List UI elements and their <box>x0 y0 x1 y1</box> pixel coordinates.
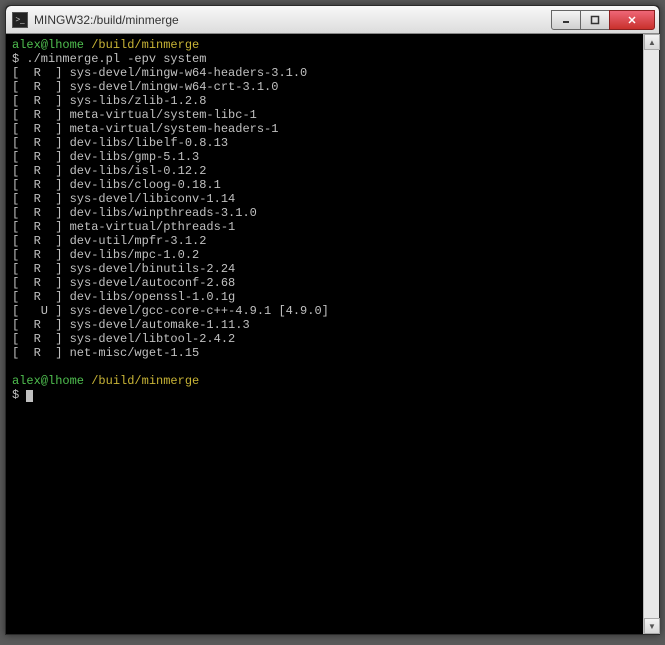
prompt-user: alex@lhome <box>12 374 84 388</box>
maximize-button[interactable] <box>580 10 610 30</box>
minimize-button[interactable] <box>551 10 581 30</box>
prompt-path: /build/minmerge <box>91 38 199 52</box>
command-text: ./minmerge.pl -epv system <box>26 52 206 66</box>
close-button[interactable] <box>609 10 655 30</box>
titlebar[interactable]: >_ MINGW32:/build/minmerge <box>6 6 659 34</box>
close-icon <box>627 15 637 25</box>
terminal-body: alex@lhome /build/minmerge $ ./minmerge.… <box>6 34 659 634</box>
prompt-user: alex@lhome <box>12 38 84 52</box>
prompt-symbol: $ <box>12 52 19 66</box>
maximize-icon <box>590 15 600 25</box>
prompt-symbol: $ <box>12 388 19 402</box>
scrollbar[interactable]: ▲ ▼ <box>643 34 659 634</box>
scroll-down-button[interactable]: ▼ <box>644 618 660 634</box>
app-icon: >_ <box>12 12 28 28</box>
scroll-up-button[interactable]: ▲ <box>644 34 660 50</box>
window-controls <box>552 10 655 30</box>
terminal-output[interactable]: alex@lhome /build/minmerge $ ./minmerge.… <box>6 34 643 634</box>
terminal-window: >_ MINGW32:/build/minmerge alex@lhome /b… <box>5 5 660 635</box>
minimize-icon <box>561 15 571 25</box>
cursor <box>26 390 33 402</box>
package-list: [ R ] sys-devel/mingw-w64-headers-3.1.0 … <box>12 66 329 360</box>
prompt-path: /build/minmerge <box>91 374 199 388</box>
window-title: MINGW32:/build/minmerge <box>34 13 552 27</box>
